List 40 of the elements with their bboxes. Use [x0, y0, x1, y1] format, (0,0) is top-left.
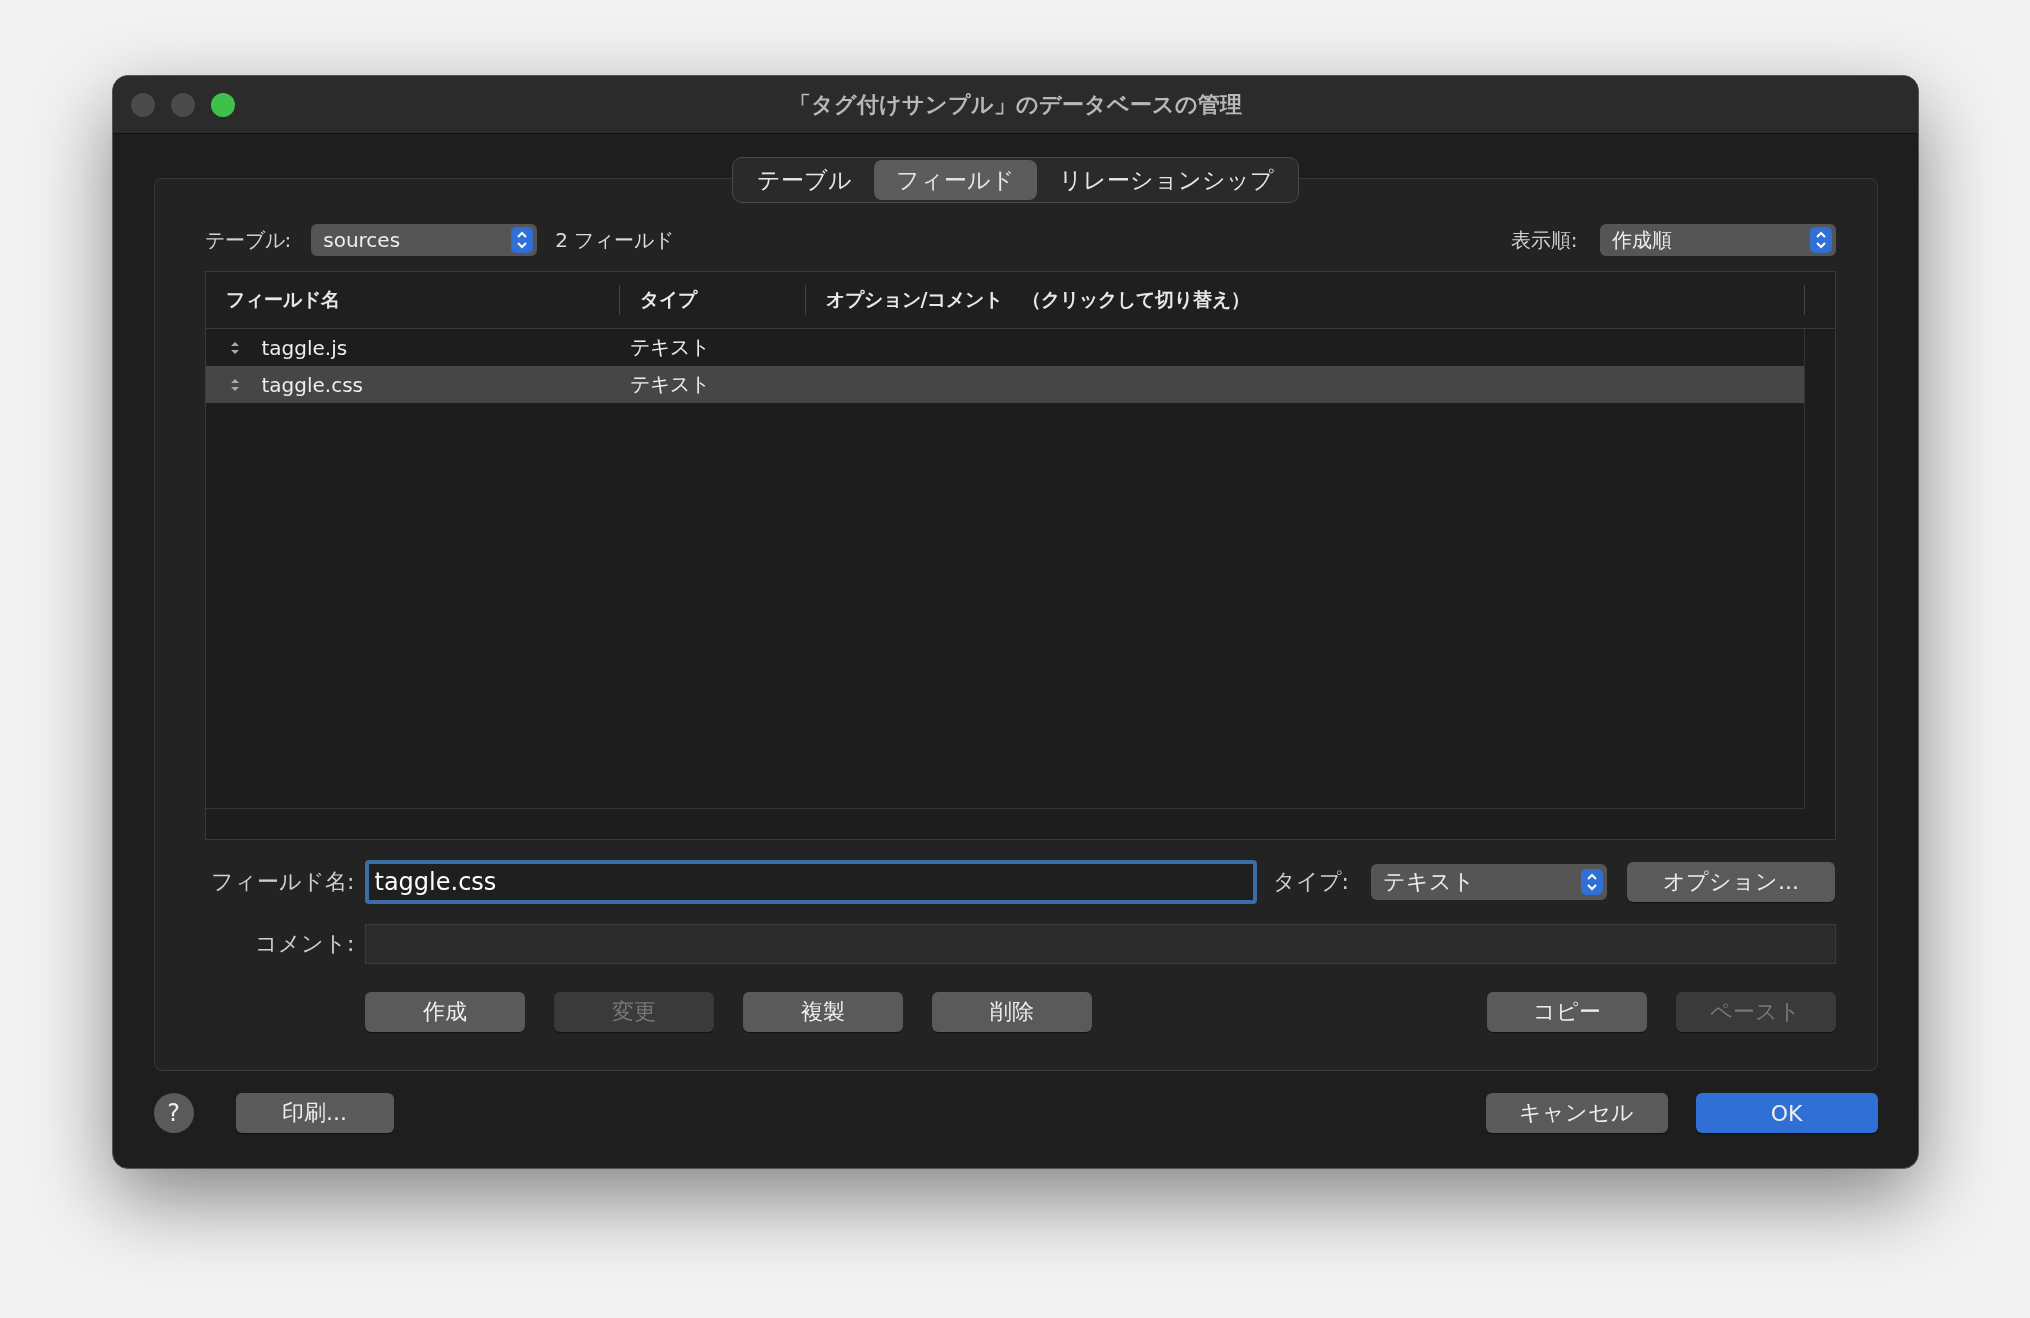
- table-row[interactable]: taggle.js テキスト: [205, 329, 1804, 366]
- type-popup[interactable]: テキスト: [1370, 864, 1607, 900]
- minimize-button[interactable]: [170, 92, 195, 117]
- table-row[interactable]: taggle.css テキスト: [205, 366, 1804, 403]
- popup-arrows-icon: [1580, 869, 1603, 895]
- cancel-button[interactable]: キャンセル: [1485, 1093, 1668, 1133]
- ok-button[interactable]: OK: [1695, 1093, 1878, 1133]
- comment-label: コメント:: [254, 930, 355, 958]
- options-button[interactable]: オプション...: [1626, 862, 1835, 902]
- type-label: タイプ:: [1272, 868, 1349, 896]
- drag-handle-icon: [229, 377, 240, 392]
- table-popup[interactable]: sources: [311, 224, 538, 256]
- tab[interactable]: テーブル: [735, 160, 874, 200]
- zoom-button[interactable]: [210, 92, 235, 117]
- column-header[interactable]: オプション/コメント （クリックして切り替え）: [805, 285, 1805, 315]
- popup-arrows-icon: [511, 227, 534, 253]
- table-cell-text: taggle.js: [261, 335, 349, 360]
- table-label: テーブル:: [204, 226, 292, 254]
- column-header[interactable]: フィールド名: [205, 285, 620, 315]
- drag-handle-icon: [229, 340, 240, 355]
- window-title: 「タグ付けサンプル」のデータベースの管理: [788, 90, 1242, 119]
- field-name-label: フィールド名:: [210, 868, 355, 896]
- table-cell-text: taggle.css: [261, 372, 365, 397]
- tab[interactable]: リレーションシップ: [1037, 160, 1296, 200]
- sort-label: 表示順:: [1510, 226, 1578, 254]
- sort-popup[interactable]: 作成順: [1599, 224, 1836, 256]
- action-button[interactable]: 作成: [364, 992, 525, 1032]
- tab[interactable]: フィールド: [874, 160, 1037, 200]
- field-name-input[interactable]: taggle.css: [364, 860, 1257, 904]
- print-button[interactable]: 印刷...: [235, 1093, 394, 1133]
- field-count: 2 フィールド: [555, 226, 675, 254]
- table-cell-text: テキスト: [629, 371, 711, 398]
- clipboard-button[interactable]: コピー: [1486, 992, 1647, 1032]
- action-button[interactable]: 削除: [931, 992, 1092, 1032]
- popup-arrows-icon: [1809, 227, 1832, 253]
- column-header[interactable]: タイプ: [619, 285, 806, 315]
- table-cell-text: テキスト: [629, 334, 711, 361]
- close-button[interactable]: [130, 92, 155, 117]
- action-button[interactable]: 複製: [742, 992, 903, 1032]
- help-button[interactable]: ?: [153, 1093, 194, 1133]
